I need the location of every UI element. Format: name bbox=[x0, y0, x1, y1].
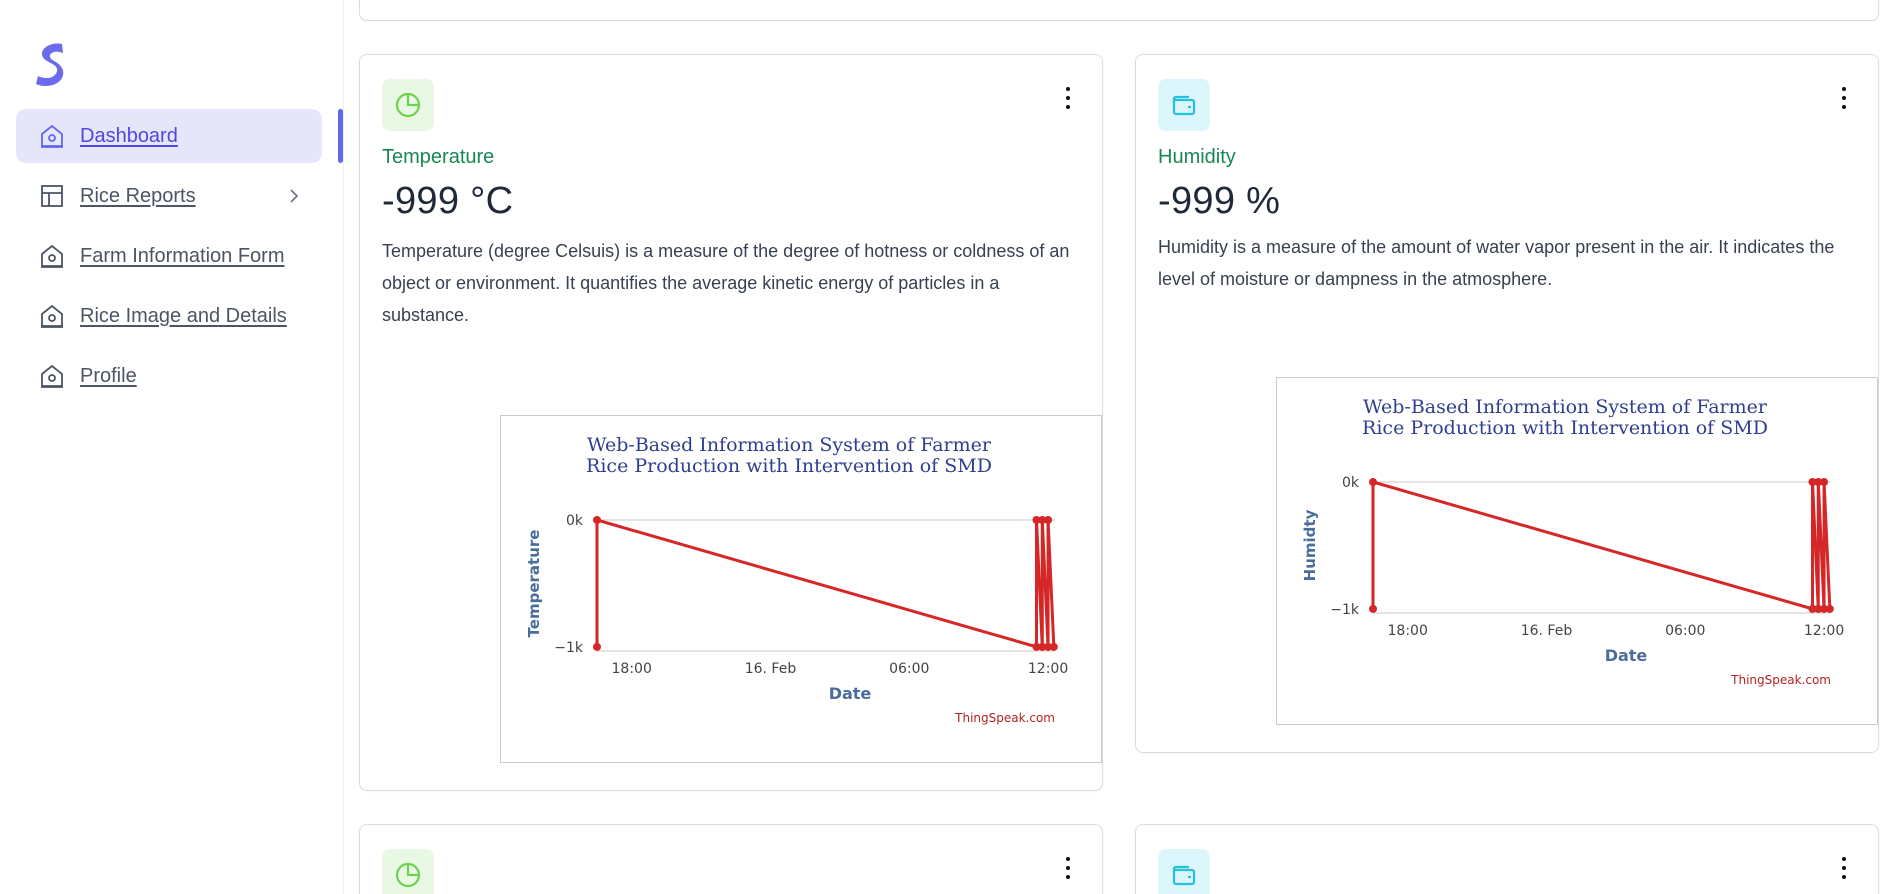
home-icon bbox=[38, 242, 66, 270]
card-description: Temperature (degree Celsuis) is a measur… bbox=[382, 241, 1070, 325]
card-description: Humidity is a measure of the amount of w… bbox=[1158, 237, 1835, 289]
active-nav-indicator bbox=[338, 109, 343, 163]
chart-x-axis-label: Date bbox=[1605, 646, 1648, 665]
chart-title-line: Rice Production with Intervention of SMD bbox=[1362, 417, 1768, 439]
card-value: -999 % bbox=[1158, 180, 1281, 222]
pie-chart-icon bbox=[382, 79, 434, 131]
chart-x-tick-label: 16. Feb bbox=[1521, 623, 1573, 639]
chart-y-tick-label: −1k bbox=[554, 640, 584, 656]
sidebar-item-label: Profile bbox=[80, 364, 137, 387]
layout-icon bbox=[38, 182, 66, 210]
chart-data-point bbox=[1369, 478, 1377, 486]
temperature-chart-svg: Web-Based Information System of FarmerRi… bbox=[525, 434, 1068, 725]
chart-y-axis-label: Humidty bbox=[1301, 509, 1319, 581]
chart-data-point bbox=[593, 642, 601, 651]
chart-series-line bbox=[595, 518, 1056, 649]
chart-x-tick-label: 18:00 bbox=[1388, 623, 1428, 639]
temperature-card: Temperature -999 °C Temperature (degree … bbox=[359, 54, 1103, 791]
home-icon bbox=[38, 122, 66, 150]
chevron-right-icon bbox=[284, 186, 304, 206]
chart-title-line: Web-Based Information System of Farmer bbox=[1363, 396, 1768, 418]
home-icon bbox=[38, 302, 66, 330]
sidebar-item-farm-information-form[interactable]: Farm Information Form bbox=[16, 229, 322, 283]
chart-y-tick-label: 0k bbox=[566, 513, 584, 529]
bottom-right-card bbox=[1135, 824, 1879, 894]
more-options-icon[interactable] bbox=[1058, 857, 1078, 879]
sidebar-item-label: Farm Information Form bbox=[80, 244, 285, 267]
card-title: Humidity bbox=[1158, 146, 1236, 168]
sidebar: Dashboard Rice Reports Farm Information … bbox=[0, 0, 344, 894]
pie-chart-icon bbox=[382, 849, 434, 894]
chart-data-point bbox=[1049, 642, 1058, 651]
app-root: Dashboard Rice Reports Farm Information … bbox=[0, 0, 1897, 894]
chart-data-point bbox=[593, 516, 601, 524]
chart-data-point bbox=[1820, 478, 1829, 486]
chart-x-tick-label: 12:00 bbox=[1804, 623, 1844, 639]
chart-credit: ThingSpeak.com bbox=[1730, 673, 1831, 687]
chart-x-tick-label: 18:00 bbox=[612, 661, 652, 677]
card-value: -999 °C bbox=[382, 180, 514, 222]
sidebar-item-label: Dashboard bbox=[80, 124, 178, 147]
bottom-left-card bbox=[359, 824, 1103, 894]
sidebar-item-profile[interactable]: Profile bbox=[16, 349, 322, 403]
chart-credit: ThingSpeak.com bbox=[954, 711, 1055, 725]
chart-y-tick-label: 0k bbox=[1342, 475, 1360, 491]
chart-y-axis-label: Temperature bbox=[525, 530, 543, 638]
wallet-icon bbox=[1158, 849, 1210, 894]
more-options-icon[interactable] bbox=[1834, 857, 1854, 879]
brand-logo-icon[interactable] bbox=[32, 40, 72, 88]
sidebar-nav: Dashboard Rice Reports Farm Information … bbox=[16, 109, 322, 409]
sidebar-item-dashboard[interactable]: Dashboard bbox=[16, 109, 322, 163]
sidebar-item-label: Rice Reports bbox=[80, 184, 196, 207]
chart-x-axis-label: Date bbox=[829, 684, 872, 703]
more-options-icon[interactable] bbox=[1058, 87, 1078, 109]
humidity-chart: Web-Based Information System of Farmer Ri… bbox=[1276, 377, 1878, 725]
chart-data-point bbox=[1825, 604, 1834, 613]
sidebar-item-rice-image-and-details[interactable]: Rice Image and Details bbox=[16, 289, 322, 343]
chart-data-point bbox=[1369, 604, 1377, 613]
chart-title-line: Web-Based Information System of Farmer bbox=[587, 434, 992, 456]
chart-data-point bbox=[1044, 516, 1053, 524]
humidity-chart-svg: Web-Based Information System of FarmerRi… bbox=[1301, 396, 1844, 687]
chart-title-line: Rice Production with Intervention of SMD bbox=[586, 455, 992, 477]
chart-x-tick-label: 12:00 bbox=[1028, 661, 1068, 677]
humidity-card: Humidity -999 % Humidity is a measure of… bbox=[1135, 54, 1879, 753]
chart-x-tick-label: 06:00 bbox=[889, 661, 929, 677]
sidebar-item-rice-reports[interactable]: Rice Reports bbox=[16, 169, 322, 223]
top-card bbox=[359, 0, 1879, 21]
temperature-chart: Web-Based Information System of Farmer Ri… bbox=[500, 415, 1102, 763]
chart-y-tick-label: −1k bbox=[1330, 602, 1360, 618]
chart-x-tick-label: 06:00 bbox=[1665, 623, 1705, 639]
wallet-icon bbox=[1158, 79, 1210, 131]
home-icon bbox=[38, 362, 66, 390]
more-options-icon[interactable] bbox=[1834, 87, 1854, 109]
chart-series-line bbox=[1371, 480, 1832, 611]
card-title: Temperature bbox=[382, 146, 495, 168]
sidebar-item-label: Rice Image and Details bbox=[80, 304, 287, 327]
chart-x-tick-label: 16. Feb bbox=[745, 661, 797, 677]
main-content: Temperature -999 °C Temperature (degree … bbox=[344, 0, 1897, 894]
